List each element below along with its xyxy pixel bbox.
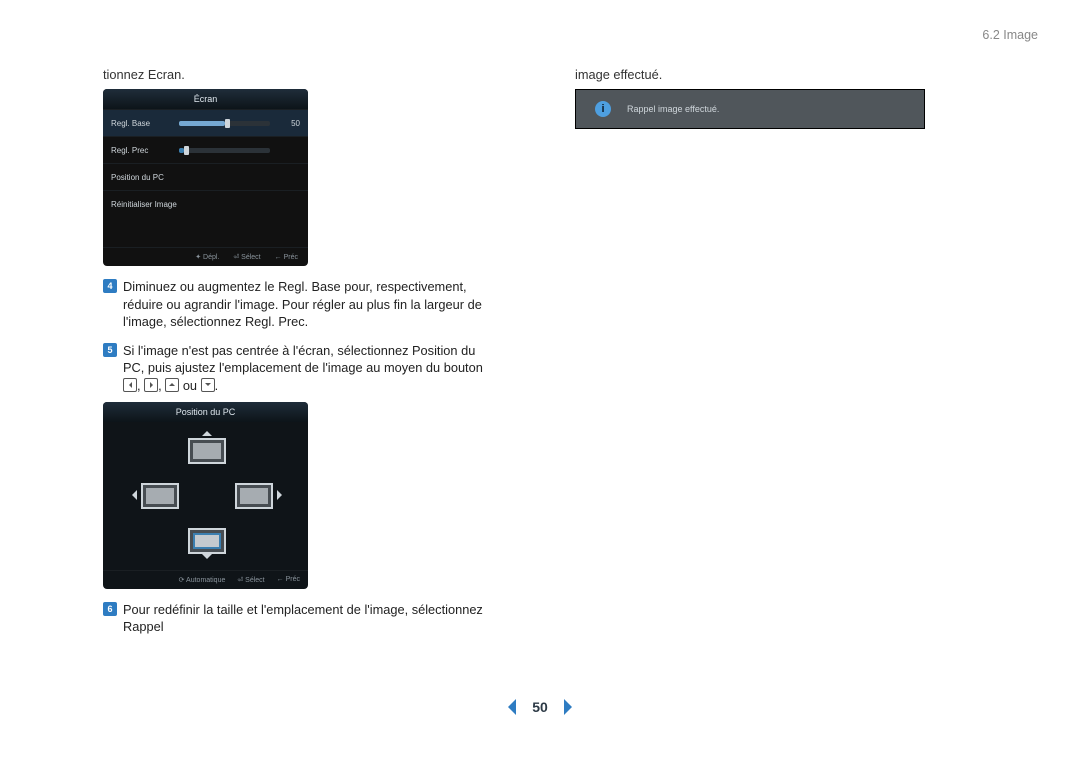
osd-row-reset-image[interactable]: Réinitialiser Image bbox=[103, 190, 308, 217]
triangle-right-icon bbox=[277, 490, 287, 500]
step-5-text-c: . bbox=[215, 378, 219, 393]
osd-row-label: Regl. Base bbox=[111, 119, 173, 128]
osd-row-spacer bbox=[103, 217, 308, 247]
osd-ecran-title: Écran bbox=[103, 89, 308, 109]
osd-position-pc-title: Position du PC bbox=[103, 402, 308, 422]
slider-fill bbox=[179, 148, 184, 153]
step-number-badge: 4 bbox=[103, 279, 117, 293]
step-6-text: Pour redéfinir la taille et l'emplacemen… bbox=[123, 602, 483, 634]
footer-hint-back: ← Préc bbox=[275, 254, 298, 261]
page-number: 50 bbox=[532, 699, 548, 715]
footer-hint-select: ⏎ Sélect bbox=[233, 253, 260, 261]
footer-hint-select: ⏎ Sélect bbox=[237, 576, 264, 584]
triangle-left-icon bbox=[127, 490, 137, 500]
arrow-up-icon bbox=[165, 378, 179, 392]
slider-track[interactable] bbox=[179, 121, 270, 126]
position-thumb-right[interactable] bbox=[235, 483, 273, 509]
slider-value: 50 bbox=[276, 119, 300, 128]
footer-hint-move: ✦ Dépl. bbox=[195, 253, 219, 261]
step-number-badge: 6 bbox=[103, 602, 117, 616]
osd-row-label: Regl. Prec bbox=[111, 146, 173, 155]
osd-row-label: Position du PC bbox=[111, 173, 164, 182]
step-5-text-b: ou bbox=[183, 378, 201, 393]
triangle-up-icon bbox=[202, 426, 212, 436]
slider-knob[interactable] bbox=[225, 119, 230, 128]
footer-hint-auto: ⟳ Automatique bbox=[179, 576, 226, 584]
right-column: image effectué. i Rappel image effectué. bbox=[575, 66, 955, 129]
slider-knob[interactable] bbox=[184, 146, 189, 155]
info-popup: i Rappel image effectué. bbox=[575, 89, 925, 129]
header-section: 6.2 Image bbox=[982, 28, 1038, 42]
info-icon: i bbox=[595, 101, 611, 117]
triangle-down-icon bbox=[202, 554, 212, 564]
slider-track[interactable] bbox=[179, 148, 270, 153]
step-6: 6 Pour redéfinir la taille et l'emplacem… bbox=[103, 601, 483, 636]
step-5-text-a: Si l'image n'est pas centrée à l'écran, … bbox=[123, 343, 483, 375]
osd-position-pc: Position du PC ⟳ Automatique ⏎ Sélect ← … bbox=[103, 402, 308, 589]
arrow-right-icon bbox=[144, 378, 158, 392]
arrow-left-icon bbox=[123, 378, 137, 392]
osd-row-label: Réinitialiser Image bbox=[111, 200, 177, 209]
step-4: 4 Diminuez ou augmentez le Regl. Base po… bbox=[103, 278, 483, 330]
osd-row-regl-base[interactable]: Regl. Base 50 bbox=[103, 109, 308, 136]
position-thumb-down[interactable] bbox=[188, 528, 226, 554]
info-popup-msg: Rappel image effectué. bbox=[627, 104, 719, 114]
step-4-text: Diminuez ou augmentez le Regl. Base pour… bbox=[123, 279, 482, 329]
osd-position-pad bbox=[103, 422, 308, 570]
position-thumb-left[interactable] bbox=[141, 483, 179, 509]
position-thumb-up[interactable] bbox=[188, 438, 226, 464]
slider-fill bbox=[179, 121, 225, 126]
next-page-button[interactable] bbox=[564, 699, 580, 715]
left-column: tionnez Ecran. Écran Regl. Base 50 Regl.… bbox=[103, 66, 483, 635]
pager: 50 bbox=[0, 699, 1080, 715]
step-number-badge: 5 bbox=[103, 343, 117, 357]
osd-row-position-pc[interactable]: Position du PC bbox=[103, 163, 308, 190]
footer-hint-back: ← Préc bbox=[277, 576, 300, 583]
prev-page-button[interactable] bbox=[500, 699, 516, 715]
osd-position-pc-footer: ⟳ Automatique ⏎ Sélect ← Préc bbox=[103, 570, 308, 589]
osd-ecran-footer: ✦ Dépl. ⏎ Sélect ← Préc bbox=[103, 247, 308, 266]
paragraph-tail-right: image effectué. bbox=[575, 66, 955, 83]
arrow-down-icon bbox=[201, 378, 215, 392]
osd-row-regl-prec[interactable]: Regl. Prec bbox=[103, 136, 308, 163]
paragraph-tail-left: tionnez Ecran. bbox=[103, 66, 483, 83]
osd-ecran: Écran Regl. Base 50 Regl. Prec Position … bbox=[103, 89, 308, 266]
step-5: 5 Si l'image n'est pas centrée à l'écran… bbox=[103, 342, 483, 394]
